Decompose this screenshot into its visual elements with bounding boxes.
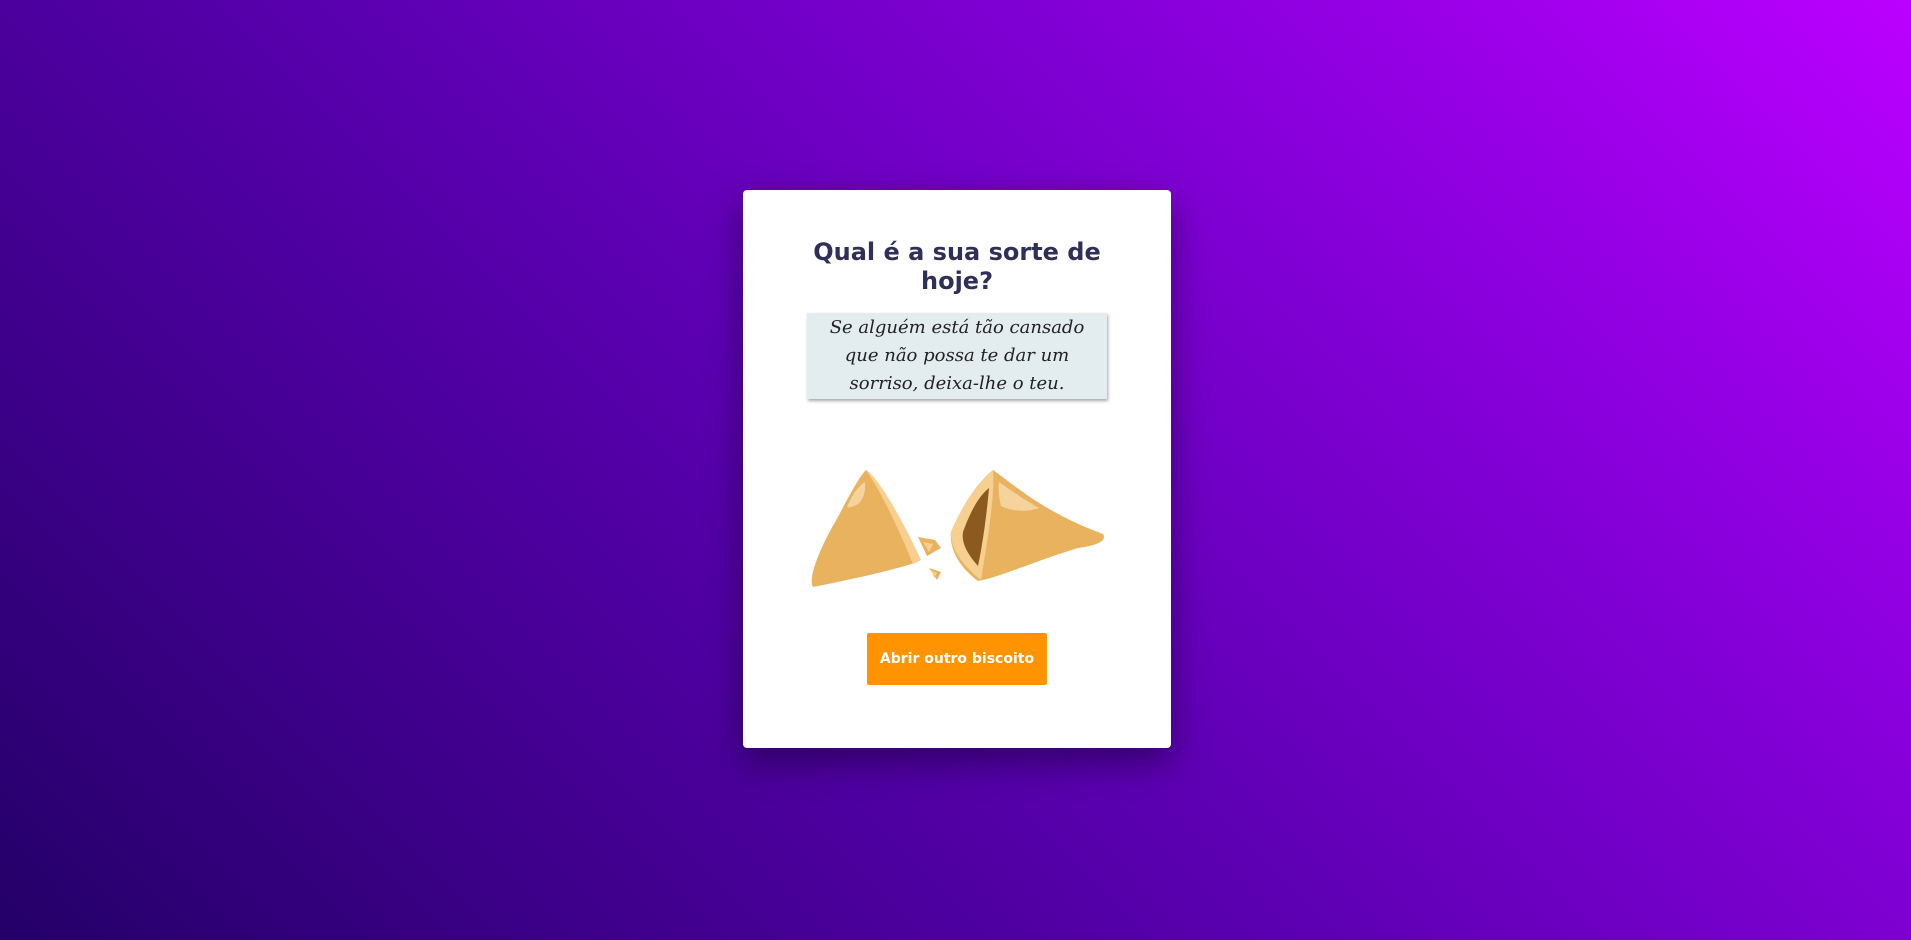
- cookie-right-highlight: [998, 482, 1039, 511]
- title-line-2: hoje?: [921, 267, 993, 295]
- fortune-message: Se alguém está tão cansado que não possa…: [807, 313, 1107, 399]
- fortune-card: Qual é a sua sorte de hoje? Se alguém es…: [743, 190, 1171, 748]
- page-title: Qual é a sua sorte de hoje?: [743, 238, 1171, 296]
- title-line-1: Qual é a sua sorte de: [813, 238, 1101, 266]
- open-another-cookie-button[interactable]: Abrir outro biscoito: [867, 633, 1047, 685]
- broken-fortune-cookie-icon: [811, 470, 1104, 587]
